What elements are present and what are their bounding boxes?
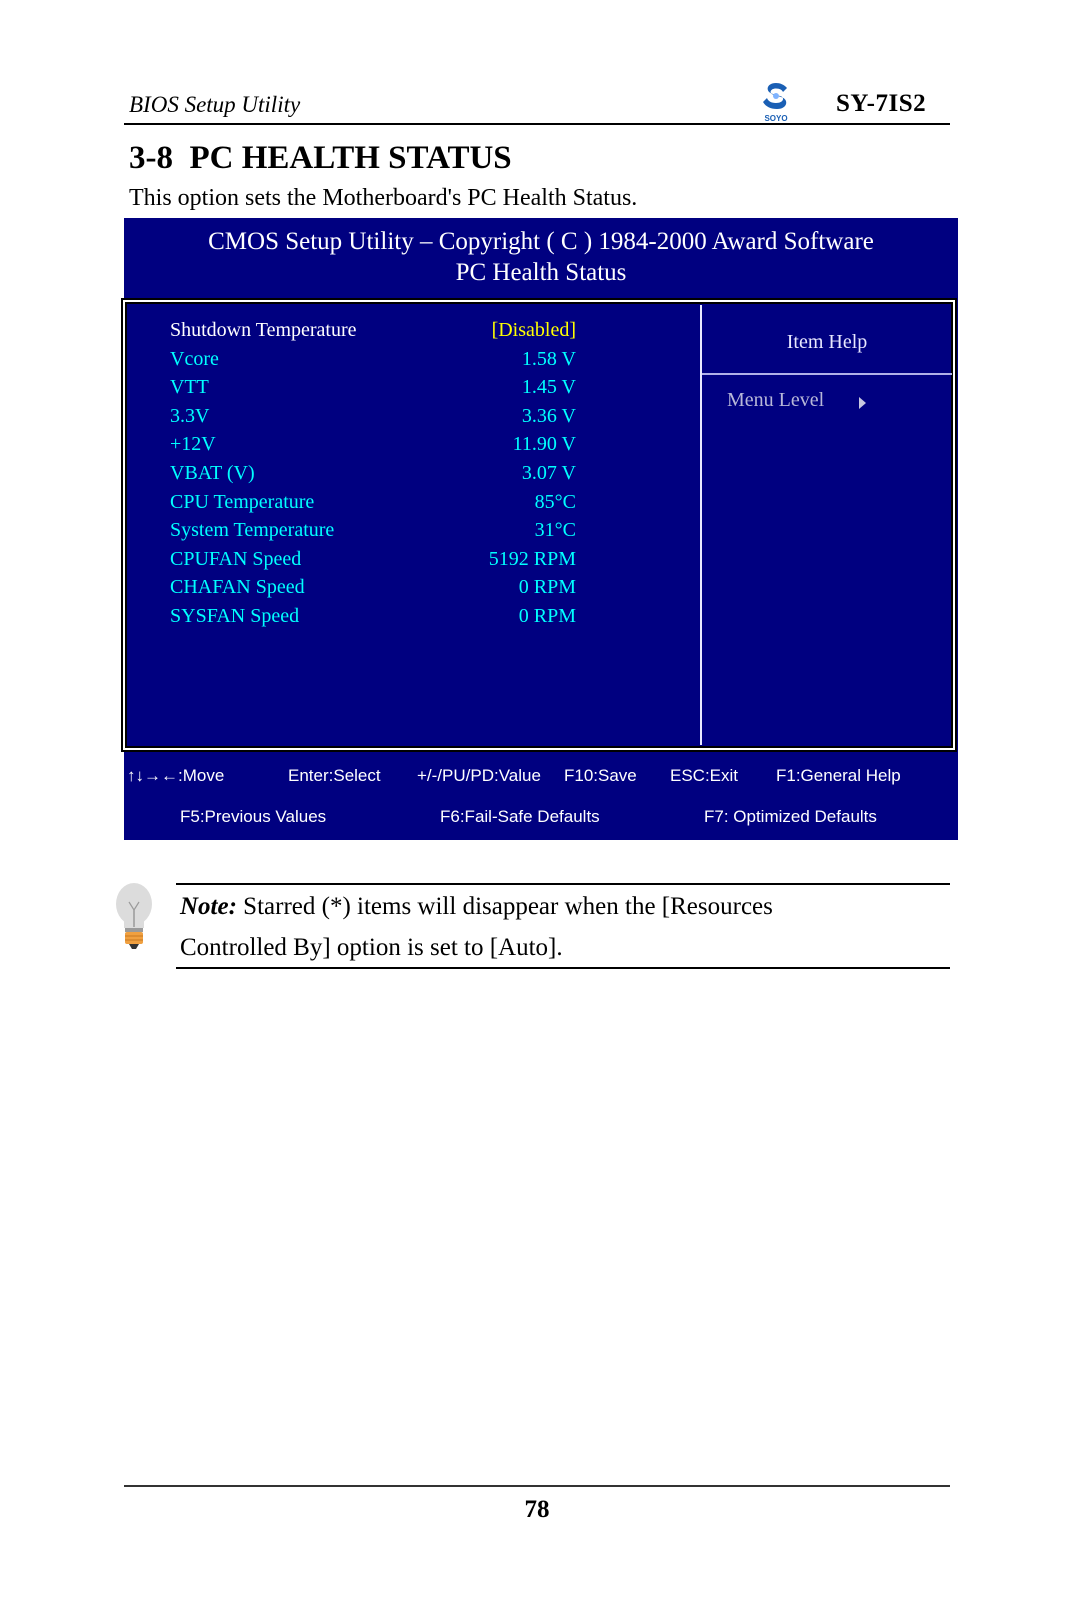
key-hint: F5:Previous Values <box>180 807 327 826</box>
note-rule-bottom <box>176 967 950 969</box>
bios-title: CMOS Setup Utility – Copyright ( C ) 198… <box>208 228 874 255</box>
key-hint: Enter:Select <box>288 766 381 785</box>
note-prefix: Note: <box>180 893 237 920</box>
page-number: 78 <box>524 1496 550 1523</box>
setting-value: 3.07 V <box>521 462 576 484</box>
menu-level-label: Menu Level <box>727 389 825 411</box>
footer-rule <box>124 1485 950 1487</box>
menu-level-arrow-icon <box>859 397 866 409</box>
setting-row[interactable]: VBAT (V) 3.07 V <box>170 462 576 490</box>
setting-label: VTT <box>170 376 209 399</box>
setting-label: CHAFAN Speed <box>170 576 305 599</box>
setting-value-selected[interactable]: [Disabled] <box>492 319 576 342</box>
bios-settings-panel: Shutdown Temperature [Disabled] Vcore 1.58 … <box>121 298 957 752</box>
setting-row[interactable]: Shutdown Temperature [Disabled] <box>170 319 576 347</box>
key-hint: F7: Optimized Defaults <box>704 807 877 826</box>
setting-value: 3.36 V <box>521 404 576 427</box>
setting-value: 0 RPM <box>518 605 576 627</box>
setting-label: CPU Temperature <box>170 490 315 513</box>
setting-row[interactable]: 3.3V 3.36 V <box>170 405 576 433</box>
soyo-logo-icon: SOYO <box>763 83 788 123</box>
key-hint: F6:Fail-Safe Defaults <box>440 807 600 826</box>
key-hint: +/-/PU/PD:Value <box>417 766 541 785</box>
setting-value: 5192 RPM <box>488 547 576 570</box>
setting-label: Shutdown Temperature <box>170 319 357 341</box>
help-separator <box>702 373 952 375</box>
key-hint: ESC:Exit <box>670 766 739 785</box>
setting-label: System Temperature <box>170 519 335 542</box>
key-hint: ↑↓→←:Move <box>127 766 225 785</box>
setting-label: +12V <box>170 433 216 456</box>
setting-row[interactable]: VTT 1.45 V <box>170 376 576 404</box>
running-header-title: BIOS Setup Utility <box>129 92 301 117</box>
key-hint: F1:General Help <box>776 766 901 785</box>
key-hint: F10:Save <box>564 766 637 785</box>
setting-row[interactable]: +12V 11.90 V <box>170 433 576 461</box>
setting-value: 31°C <box>534 519 576 542</box>
setting-row[interactable]: CHAFAN Speed 0 RPM <box>170 576 576 604</box>
setting-value: 85°C <box>534 490 576 513</box>
setting-row[interactable]: CPU Temperature 85°C <box>170 491 576 519</box>
setting-value: 11.90 V <box>512 433 576 456</box>
note-text-1: Starred (*) items will disappear when th… <box>236 893 773 920</box>
setting-row[interactable]: System Temperature 31°C <box>170 519 576 547</box>
setting-row[interactable]: Vcore 1.58 V <box>170 348 576 376</box>
logo-text: SOYO <box>764 114 787 123</box>
setting-label: Vcore <box>170 347 219 370</box>
note-line-2: Controlled By] option is set to [Auto]. <box>180 934 563 961</box>
lightbulb-icon <box>116 883 152 949</box>
model-name: SY-7IS2 <box>836 90 927 117</box>
note-rule-top <box>176 883 950 885</box>
setting-value: 1.58 V <box>521 347 576 370</box>
bios-screen: CMOS Setup Utility – Copyright ( C ) 198… <box>121 218 958 840</box>
setting-row[interactable]: SYSFAN Speed 0 RPM <box>170 605 576 633</box>
note-line-1: Note: Starred (*) items will disappear w… <box>180 893 773 921</box>
section-description: This option sets the Motherboard's PC He… <box>129 185 638 211</box>
setting-value: 1.45 V <box>521 376 576 399</box>
header-rule <box>124 123 950 125</box>
setting-label: 3.3V <box>170 404 210 427</box>
section-title: 3-8 PC HEALTH STATUS <box>129 140 512 176</box>
setting-label: VBAT (V) <box>170 462 255 484</box>
setting-label: SYSFAN Speed <box>170 605 300 627</box>
setting-label: CPUFAN Speed <box>170 547 302 570</box>
bios-subtitle: PC Health Status <box>455 259 627 286</box>
setting-value: 0 RPM <box>518 576 576 599</box>
item-help-title: Item Help <box>786 331 868 353</box>
panel-divider <box>700 305 702 745</box>
setting-row[interactable]: CPUFAN Speed 5192 RPM <box>170 548 576 576</box>
